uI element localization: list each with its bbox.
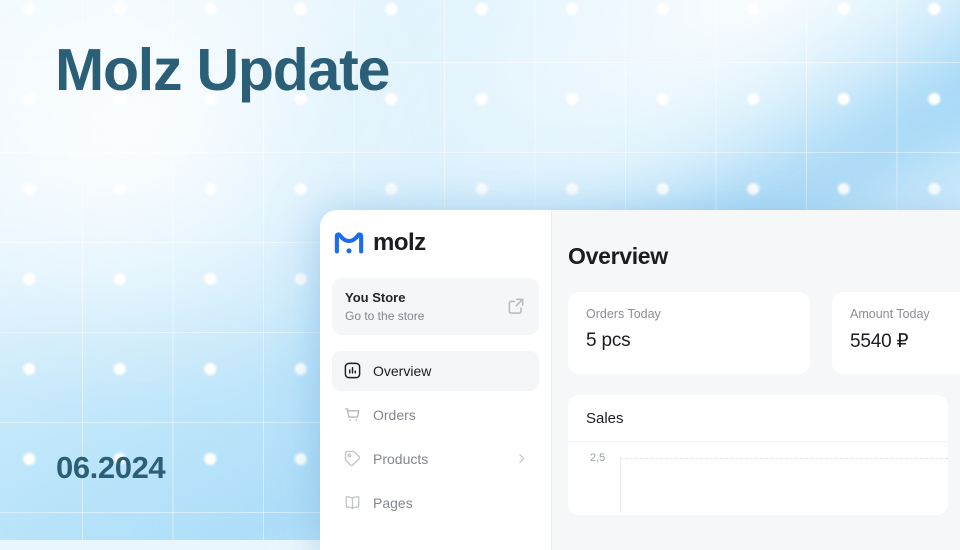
tag-icon [344, 451, 361, 467]
chart-square-icon [344, 362, 361, 379]
sidebar-item-label: Pages [373, 494, 413, 511]
external-link-icon[interactable] [506, 296, 526, 316]
brand-name: molz [373, 229, 426, 256]
sidebar-item-products[interactable]: Products [332, 439, 539, 479]
shopping-cart-icon [345, 408, 360, 422]
book-open-icon [345, 496, 360, 510]
date-stamp: 06.2024 [56, 450, 166, 485]
store-subtitle: Go to the store [345, 308, 425, 323]
stat-card-row: Orders Today 5 pcs Amount Today 5540 ₽ [568, 292, 960, 374]
stat-value: 5540 ₽ [850, 331, 909, 352]
sidebar-item-pages[interactable]: Pages [332, 483, 539, 523]
sidebar-nav: Overview Orders Products Pages [332, 350, 539, 523]
store-card-text: You Store Go to the store [345, 289, 424, 324]
chevron-right-icon[interactable] [515, 452, 528, 465]
stat-card-orders-today[interactable]: Orders Today 5 pcs [568, 292, 810, 374]
store-name: You Store [345, 290, 406, 305]
sales-chart-card: Sales 2,5 [568, 395, 948, 515]
sidebar-item-label: Orders [373, 406, 416, 423]
sales-chart-plot: 2,5 [568, 442, 948, 512]
sales-chart-title: Sales [568, 395, 948, 442]
stat-label: Orders Today [586, 307, 661, 321]
chart-gridline [620, 458, 948, 459]
sidebar-item-overview[interactable]: Overview [332, 350, 539, 391]
brand[interactable]: molz [332, 210, 539, 276]
sidebar-item-orders[interactable]: Orders [332, 395, 539, 435]
molz-m-logo-icon [334, 232, 364, 254]
store-card[interactable]: You Store Go to the store [332, 278, 539, 335]
stat-label: Amount Today [850, 307, 930, 321]
content-title: Overview [568, 243, 668, 269]
sidebar-item-label: Products [373, 450, 429, 467]
stat-value: 5 pcs [586, 330, 631, 351]
chart-y-tick-label: 2,5 [590, 452, 606, 464]
app-window: molz You Store Go to the store Overview … [320, 210, 960, 550]
page-title: Molz Update [55, 37, 390, 103]
chart-y-axis [620, 458, 621, 512]
main-content: Overview Orders Today 5 pcs Amount Today… [552, 210, 960, 550]
sidebar: molz You Store Go to the store Overview … [320, 210, 552, 550]
sidebar-item-label: Overview [373, 362, 432, 379]
stat-card-amount-today[interactable]: Amount Today 5540 ₽ [832, 292, 960, 374]
